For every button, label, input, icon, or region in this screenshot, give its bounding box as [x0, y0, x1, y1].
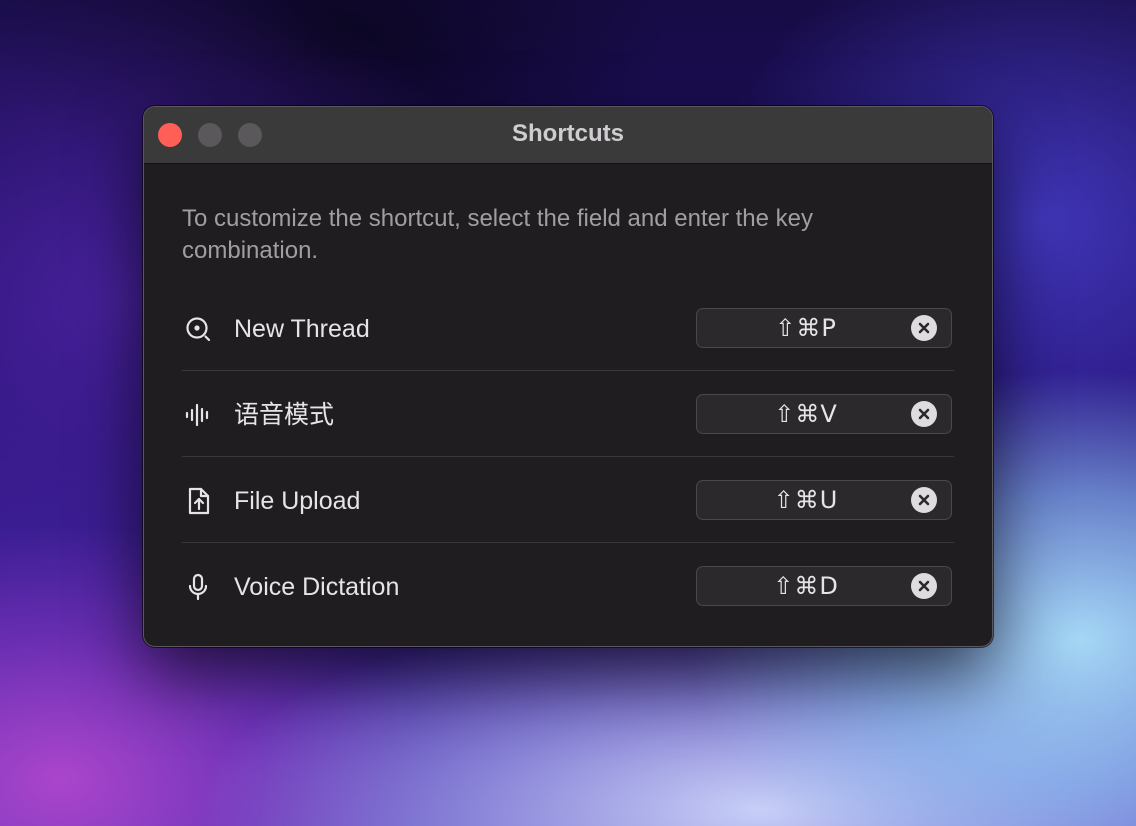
instructions-text: To customize the shortcut, select the fi… — [182, 205, 814, 264]
shortcut-keys: ⇧⌘U — [773, 486, 839, 514]
shortcut-keys: ⇧⌘P — [775, 314, 837, 342]
shortcut-label: Voice Dictation — [234, 573, 400, 601]
shortcut-field-file-upload[interactable]: ⇧⌘U — [696, 480, 952, 520]
microphone-icon — [184, 573, 212, 601]
shortcut-keys: ⇧⌘D — [773, 572, 839, 600]
shortcut-field-voice-dictation[interactable]: ⇧⌘D — [696, 566, 952, 606]
file-upload-icon — [184, 487, 212, 515]
shortcut-row-new-thread: New Thread ⇧⌘P — [182, 285, 954, 371]
title-bar[interactable]: Shortcuts — [144, 107, 992, 164]
close-icon — [918, 580, 930, 592]
window-title: Shortcuts — [511, 120, 624, 147]
shortcut-row-voice-mode: 语音模式 ⇧⌘V — [182, 371, 954, 457]
clear-shortcut-button[interactable] — [911, 487, 937, 513]
shortcut-field-voice-mode[interactable]: ⇧⌘V — [696, 394, 952, 434]
shortcut-label: New Thread — [234, 315, 370, 343]
clear-shortcut-button[interactable] — [911, 401, 937, 427]
close-icon — [918, 494, 930, 506]
shortcut-label: File Upload — [234, 487, 361, 515]
clear-shortcut-button[interactable] — [911, 315, 937, 341]
search-circle-icon — [184, 315, 212, 343]
shortcut-field-new-thread[interactable]: ⇧⌘P — [696, 308, 952, 348]
shortcut-row-file-upload: File Upload ⇧⌘U — [182, 457, 954, 543]
shortcuts-window: Shortcuts To customize the shortcut, sel… — [143, 106, 993, 647]
clear-shortcut-button[interactable] — [911, 573, 937, 599]
close-icon — [918, 408, 930, 420]
shortcut-label: 语音模式 — [234, 401, 335, 429]
shortcut-row-voice-dictation: Voice Dictation ⇧⌘D — [182, 543, 954, 629]
close-icon — [918, 322, 930, 334]
waveform-icon — [184, 401, 212, 429]
shortcut-keys: ⇧⌘V — [774, 400, 838, 428]
